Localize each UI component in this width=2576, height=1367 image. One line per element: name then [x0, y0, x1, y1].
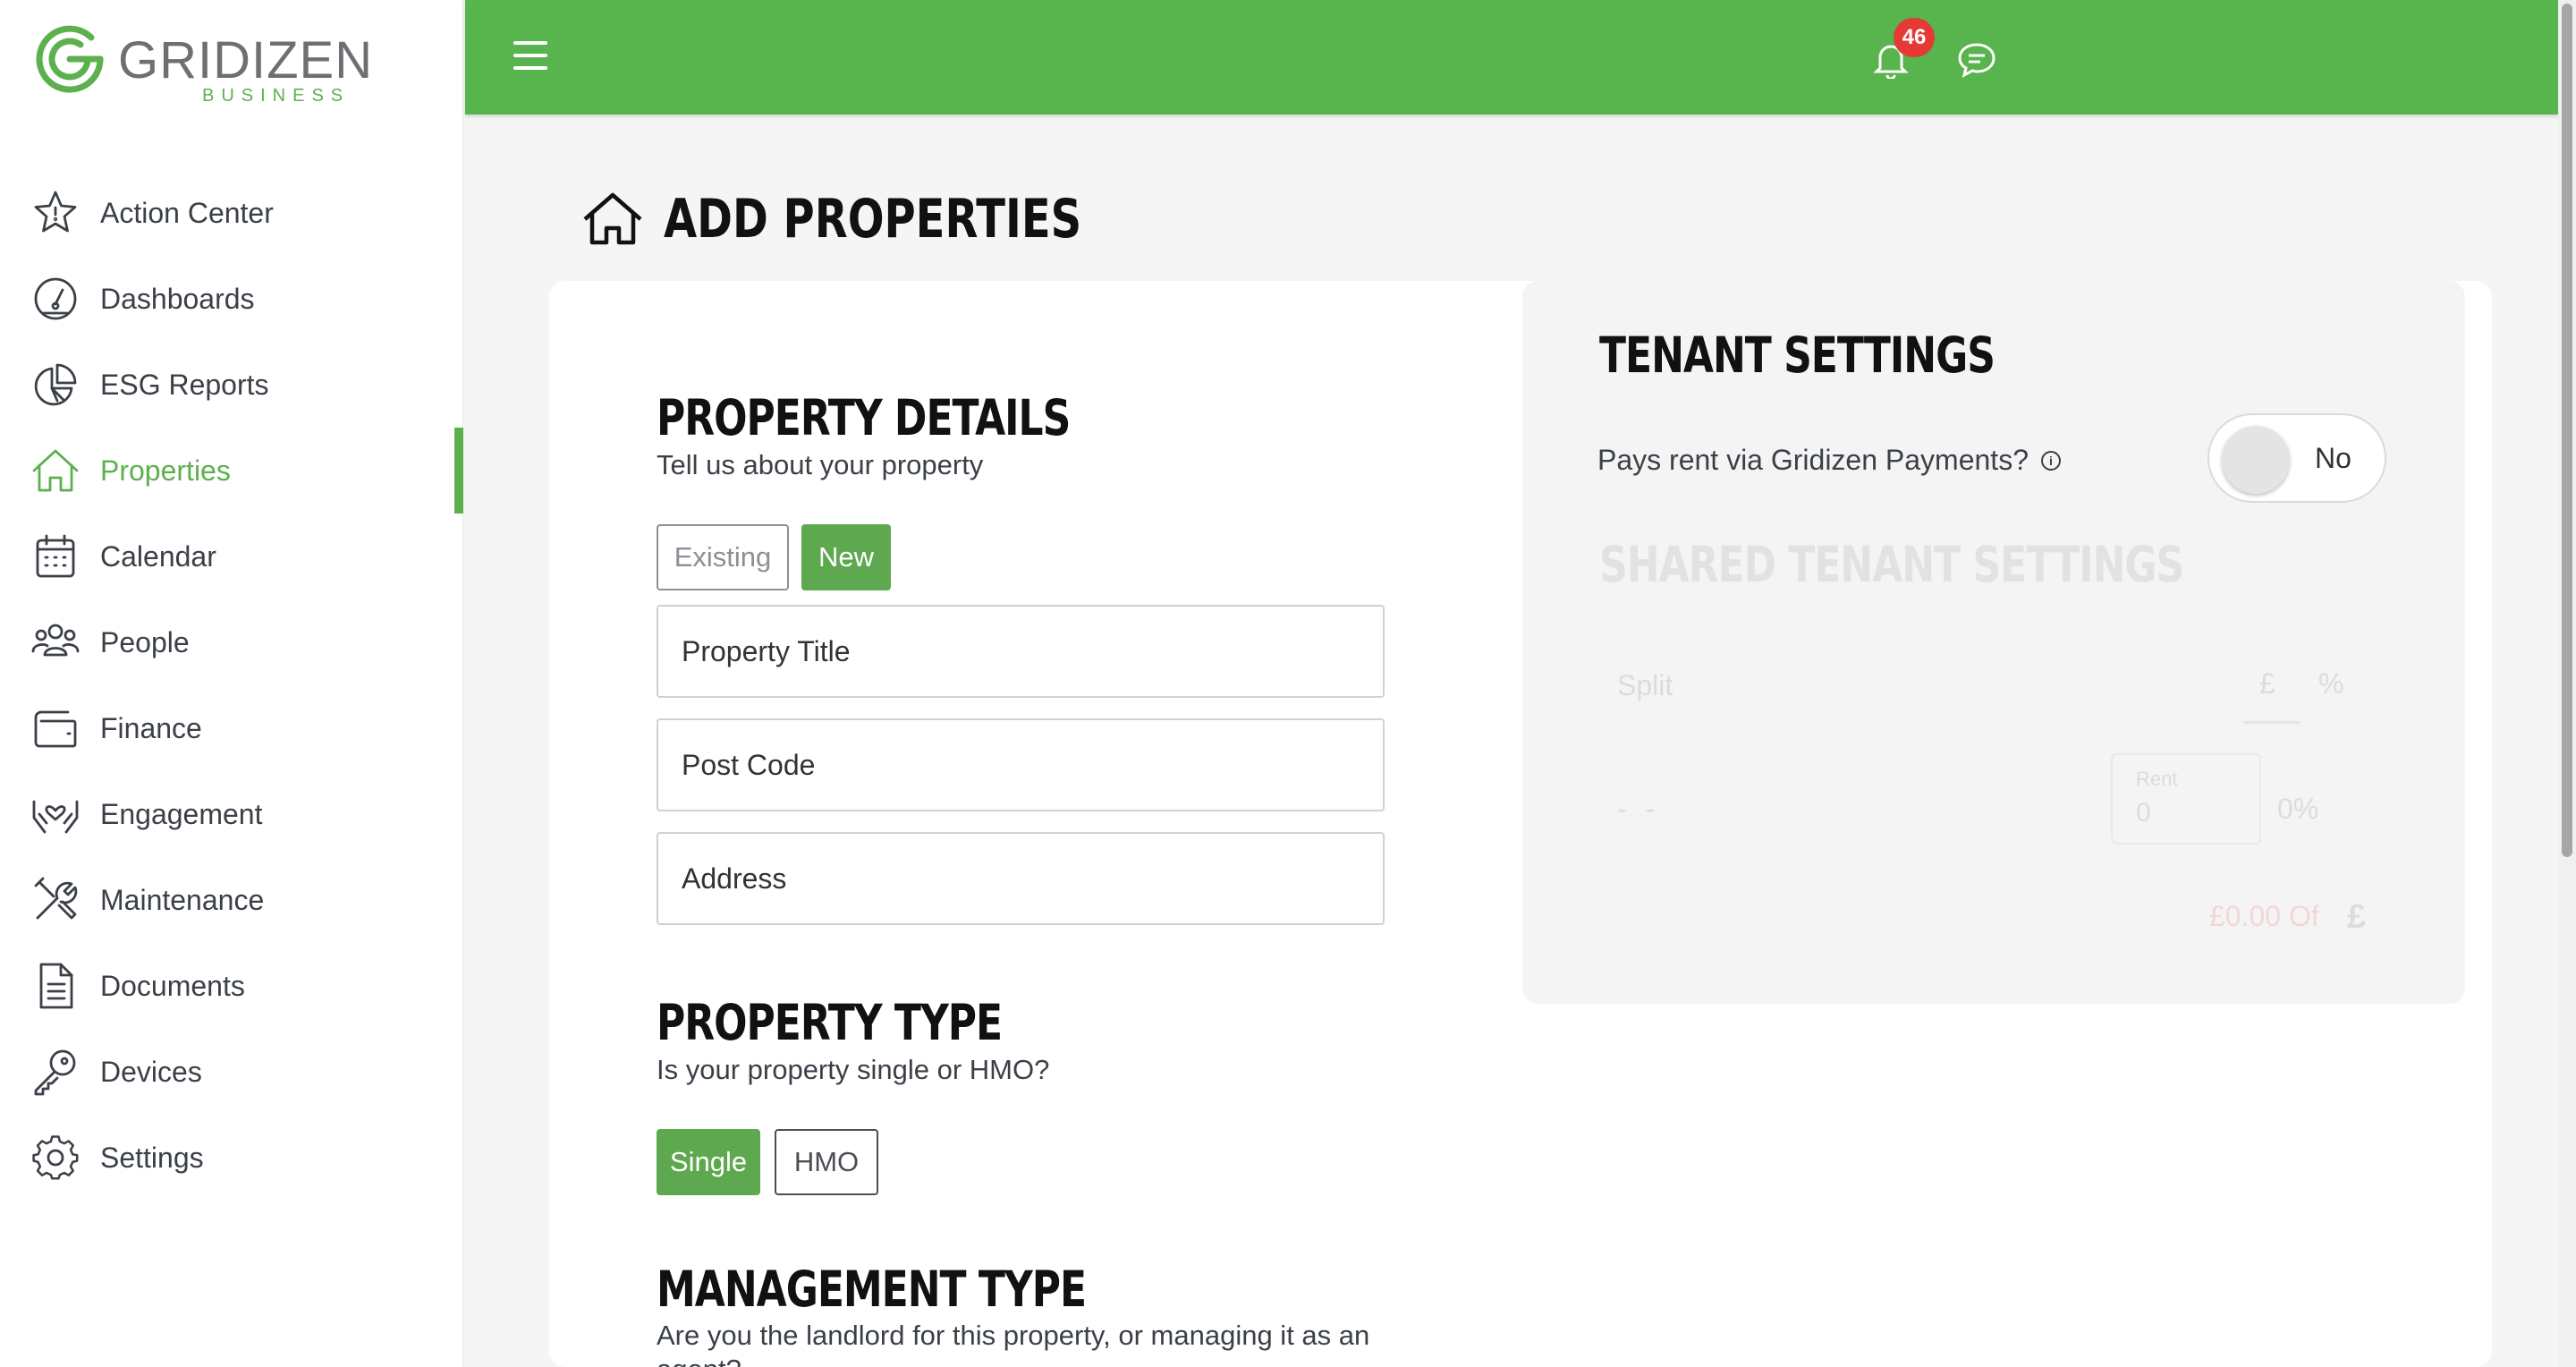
address-field[interactable] — [657, 832, 1385, 925]
sidebar-item-settings[interactable]: Settings — [0, 1115, 463, 1201]
management-type-heading: MANAGEMENT TYPE — [657, 1261, 1087, 1319]
existing-button[interactable]: Existing — [657, 524, 789, 590]
gridizen-logo[interactable]: GRIDIZEN BUSINESS — [29, 18, 372, 107]
toggle-label: No — [2315, 442, 2351, 474]
property-type-heading: PROPERTY TYPE — [657, 995, 1003, 1052]
document-icon — [29, 959, 82, 1013]
sidebar-item-people[interactable]: People — [0, 599, 463, 685]
sidebar-item-label: Documents — [100, 969, 245, 1002]
sidebar: GRIDIZEN BUSINESS Action Center Dashboar… — [0, 0, 463, 1367]
sidebar-item-label: Calendar — [100, 539, 216, 573]
sidebar-item-label: Settings — [100, 1141, 204, 1174]
hands-heart-icon — [29, 787, 82, 841]
rent-total-text: £0.00 Of — [2209, 900, 2319, 932]
tenant-settings-heading: TENANT SETTINGS — [1599, 327, 1996, 385]
sidebar-item-label: Properties — [100, 454, 231, 487]
toggle-knob — [2222, 426, 2290, 494]
top-bar: 46 — [465, 0, 2558, 115]
sidebar-item-devices[interactable]: Devices — [0, 1029, 463, 1115]
page-title: ADD PROPERTIES — [581, 188, 1081, 250]
sidebar-item-finance[interactable]: Finance — [0, 685, 463, 771]
page-title-text: ADD PROPERTIES — [664, 188, 1082, 250]
logo-subtitle: BUSINESS — [202, 86, 351, 106]
sidebar-item-label: Maintenance — [100, 883, 265, 916]
address-input[interactable] — [658, 834, 1383, 923]
info-icon[interactable]: i — [2040, 450, 2061, 471]
pays-rent-toggle[interactable]: No — [2207, 413, 2386, 503]
pays-rent-label: Pays rent via Gridizen Payments? — [1597, 444, 2029, 476]
home-icon — [583, 192, 642, 245]
sidebar-item-label: ESG Reports — [100, 368, 269, 401]
sidebar-item-calendar[interactable]: Calendar — [0, 514, 463, 599]
rent-field-label: Rent — [2136, 768, 2178, 790]
shared-tenant-settings-heading: SHARED TENANT SETTINGS — [1599, 537, 2184, 594]
property-details-heading: PROPERTY DETAILS — [657, 390, 1071, 447]
property-title-field[interactable] — [657, 605, 1385, 698]
sidebar-item-engagement[interactable]: Engagement — [0, 771, 463, 857]
management-type-subtitle: Are you the landlord for this property, … — [657, 1320, 1370, 1367]
hmo-button[interactable]: HMO — [775, 1129, 878, 1195]
gridizen-logo-icon — [36, 25, 104, 93]
rent-field[interactable]: Rent 0 — [2111, 753, 2261, 845]
rent-field-value: 0 — [2136, 798, 2151, 828]
sidebar-item-esg-reports[interactable]: ESG Reports — [0, 342, 463, 428]
split-tab-underline — [2243, 721, 2301, 724]
pays-rent-row: Pays rent via Gridizen Payments? i — [1597, 444, 2061, 477]
pie-chart-icon — [29, 358, 82, 412]
sidebar-item-action-center[interactable]: Action Center — [0, 170, 463, 256]
gauge-icon — [29, 272, 82, 326]
rent-percent: 0% — [2277, 793, 2319, 825]
people-icon — [29, 616, 82, 669]
sidebar-item-documents[interactable]: Documents — [0, 943, 463, 1029]
key-icon — [29, 1045, 82, 1099]
logo-wordmark: GRIDIZEN — [118, 31, 374, 89]
post-code-input[interactable] — [658, 720, 1383, 810]
single-button[interactable]: Single — [657, 1129, 760, 1195]
property-title-input[interactable] — [658, 607, 1383, 696]
split-label: Split — [1617, 669, 1674, 701]
sidebar-item-maintenance[interactable]: Maintenance — [0, 857, 463, 943]
sidebar-nav: Action Center Dashboards ESG Reports Pro… — [0, 170, 463, 1201]
menu-icon[interactable] — [513, 41, 547, 72]
home-icon — [29, 444, 82, 497]
tenant-settings-panel — [1522, 281, 2465, 1004]
sidebar-item-properties[interactable]: Properties — [0, 428, 463, 514]
star-icon — [29, 186, 82, 240]
scrollbar-thumb[interactable] — [2562, 4, 2572, 857]
tenant-name-placeholder: - - — [1617, 793, 1661, 825]
page-scrollbar[interactable] — [2558, 0, 2576, 1367]
property-type-subtitle: Is your property single or HMO? — [657, 1054, 1050, 1085]
split-percent-tab[interactable]: % — [2318, 667, 2343, 700]
sidebar-item-label: People — [100, 625, 190, 658]
wallet-icon — [29, 701, 82, 755]
sidebar-item-label: Finance — [100, 711, 202, 744]
sidebar-item-label: Devices — [100, 1055, 202, 1088]
split-pound-tab[interactable]: £ — [2259, 667, 2275, 700]
sidebar-item-label: Engagement — [100, 797, 263, 830]
chat-icon[interactable] — [1957, 41, 1996, 79]
tools-icon — [29, 873, 82, 927]
calendar-icon — [29, 530, 82, 583]
notification-count-badge: 46 — [1894, 18, 1935, 57]
sidebar-item-label: Action Center — [100, 196, 274, 229]
gear-icon — [29, 1131, 82, 1184]
sidebar-item-label: Dashboards — [100, 282, 255, 315]
post-code-field[interactable] — [657, 718, 1385, 811]
property-details-subtitle: Tell us about your property — [657, 449, 984, 480]
sidebar-item-dashboards[interactable]: Dashboards — [0, 256, 463, 342]
new-button[interactable]: New — [801, 524, 891, 590]
rent-total-symbol: £ — [2347, 898, 2367, 936]
